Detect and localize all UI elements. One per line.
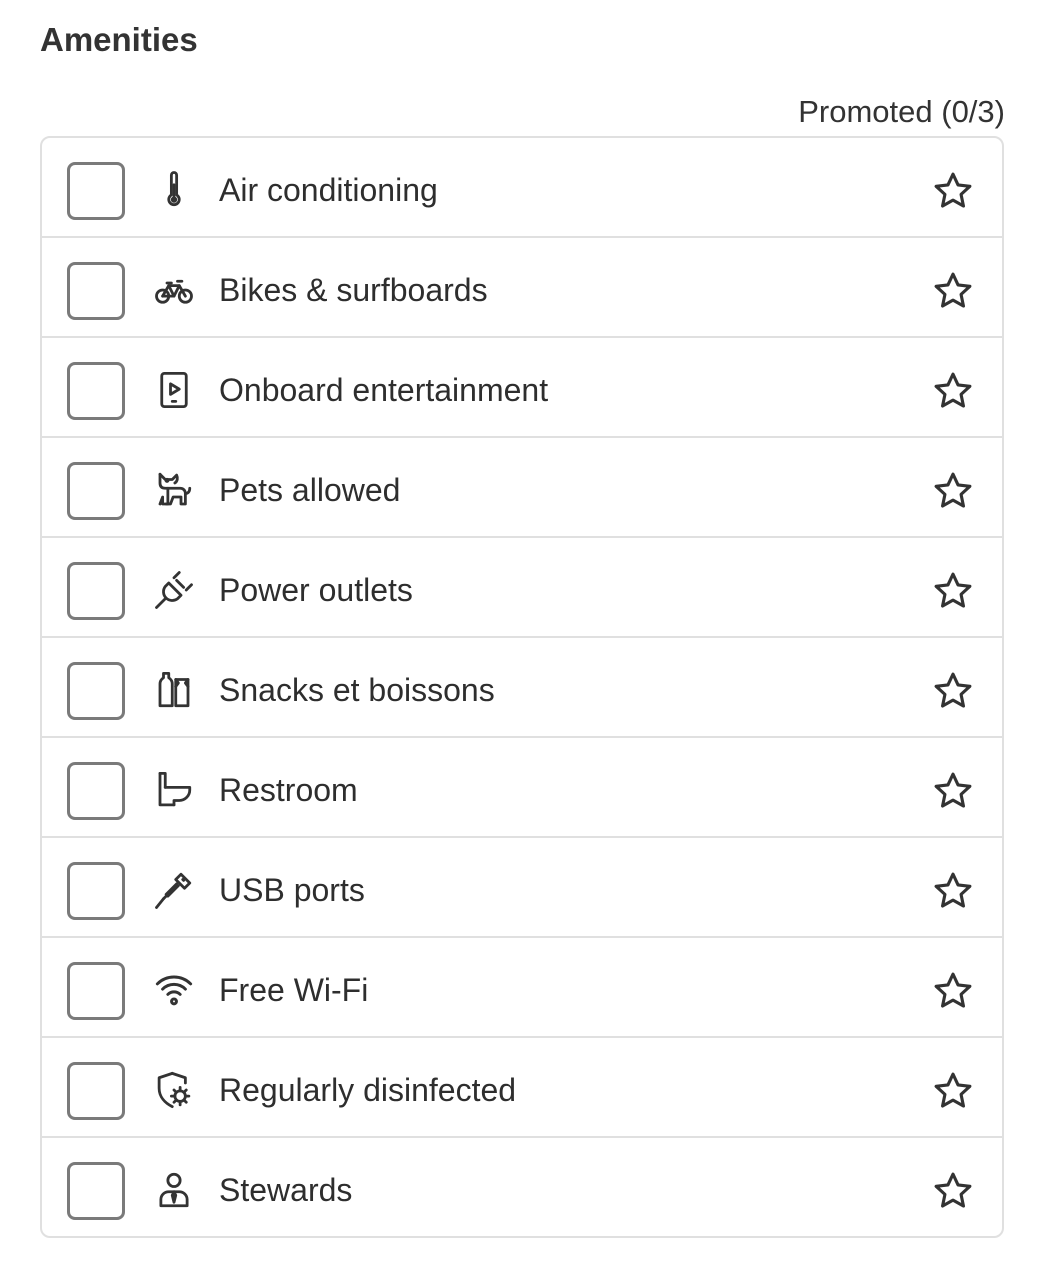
amenity-label: Regularly disinfected <box>219 1072 517 1108</box>
usb-cable-icon <box>152 868 196 912</box>
amenity-label: Stewards <box>219 1172 353 1208</box>
amenity-row-usb-ports: USB ports <box>42 838 1002 938</box>
promote-star-button[interactable] <box>930 468 976 514</box>
amenity-row-air-conditioning: Air conditioning <box>42 138 1002 238</box>
amenity-label: Free Wi-Fi <box>219 972 369 1008</box>
amenity-checkbox[interactable] <box>67 1162 125 1220</box>
promote-star-button[interactable] <box>930 668 976 714</box>
amenity-label: Bikes & surfboards <box>219 272 488 308</box>
amenity-row-free-wifi: Free Wi-Fi <box>42 938 1002 1038</box>
amenity-label: Snacks et boissons <box>219 672 495 708</box>
drinks-snacks-icon <box>152 668 196 712</box>
promote-star-button[interactable] <box>930 368 976 414</box>
bicycle-icon <box>152 268 196 312</box>
amenity-row-regularly-disinfected: Regularly disinfected <box>42 1038 1002 1138</box>
promote-star-button[interactable] <box>930 268 976 314</box>
promote-star-button[interactable] <box>930 1068 976 1114</box>
amenity-checkbox[interactable] <box>67 562 125 620</box>
promote-star-button[interactable] <box>930 768 976 814</box>
amenity-row-restroom: Restroom <box>42 738 1002 838</box>
amenity-label: Onboard entertainment <box>219 372 549 408</box>
promote-star-button[interactable] <box>930 568 976 614</box>
toilet-icon <box>152 768 196 812</box>
amenity-label: Restroom <box>219 772 358 808</box>
amenity-row-stewards: Stewards <box>42 1138 1002 1236</box>
promote-star-button[interactable] <box>930 968 976 1014</box>
amenity-label: Pets allowed <box>219 472 401 508</box>
amenity-checkbox[interactable] <box>67 1062 125 1120</box>
promote-star-button[interactable] <box>930 868 976 914</box>
amenity-checkbox[interactable] <box>67 362 125 420</box>
amenity-label: Power outlets <box>219 572 413 608</box>
amenity-checkbox[interactable] <box>67 862 125 920</box>
promoted-counter: Promoted (0/3) <box>798 94 1005 129</box>
steward-icon <box>152 1168 196 1212</box>
amenity-row-onboard-entertainment: Onboard entertainment <box>42 338 1002 438</box>
amenity-label: Air conditioning <box>219 172 438 208</box>
thermometer-icon <box>152 168 196 212</box>
amenity-checkbox[interactable] <box>67 162 125 220</box>
plug-icon <box>152 568 196 612</box>
amenity-list: Air conditioning Bikes & surfboards Onbo… <box>40 136 1004 1238</box>
amenity-label: USB ports <box>219 872 365 908</box>
amenity-checkbox[interactable] <box>67 762 125 820</box>
amenity-checkbox[interactable] <box>67 462 125 520</box>
amenity-row-snacks-boissons: Snacks et boissons <box>42 638 1002 738</box>
dog-icon <box>152 468 196 512</box>
section-title: Amenities <box>40 21 198 58</box>
tablet-play-icon <box>152 368 196 412</box>
amenity-row-bikes-surfboards: Bikes & surfboards <box>42 238 1002 338</box>
promote-star-button[interactable] <box>930 1168 976 1214</box>
promote-star-button[interactable] <box>930 168 976 214</box>
amenity-row-power-outlets: Power outlets <box>42 538 1002 638</box>
amenity-checkbox[interactable] <box>67 262 125 320</box>
wifi-icon <box>152 968 196 1012</box>
amenity-checkbox[interactable] <box>67 662 125 720</box>
amenity-row-pets-allowed: Pets allowed <box>42 438 1002 538</box>
shield-virus-icon <box>152 1068 196 1112</box>
amenity-checkbox[interactable] <box>67 962 125 1020</box>
